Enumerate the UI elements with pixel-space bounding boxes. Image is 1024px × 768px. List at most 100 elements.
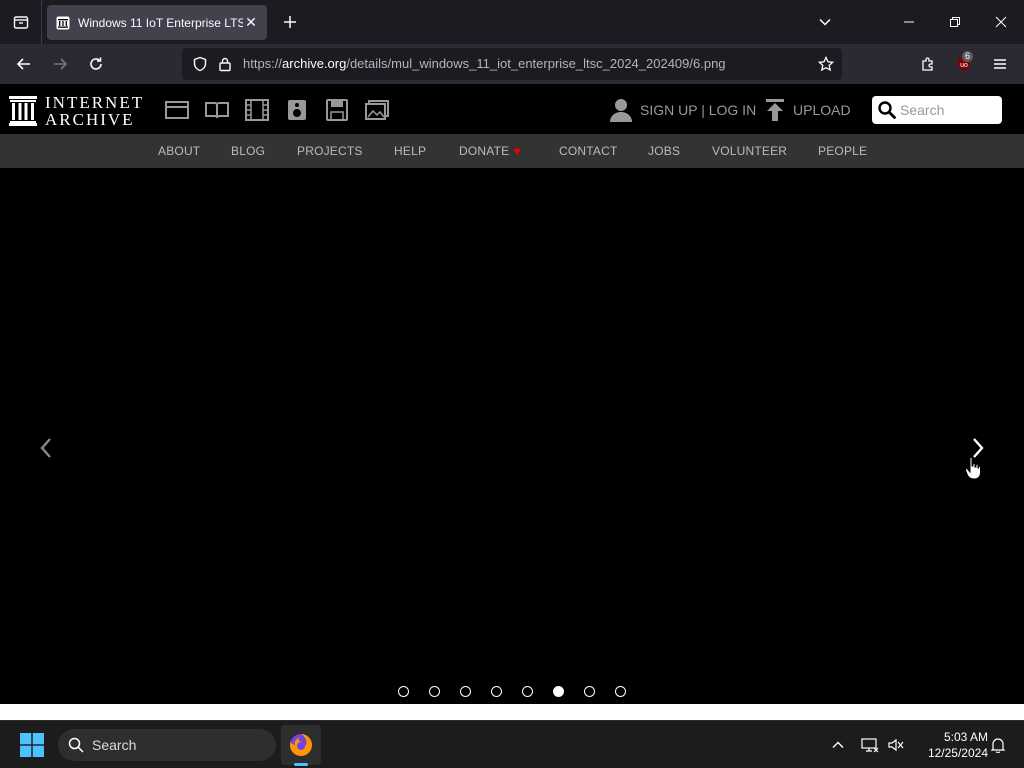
back-button[interactable] [10, 50, 38, 78]
nav-jobs[interactable]: JOBS [648, 144, 680, 158]
carousel-dot-5[interactable] [522, 686, 533, 697]
browser-tab-strip: Windows 11 IoT Enterprise LTSC 2024 - In… [0, 0, 1024, 44]
signup-login-link[interactable]: SIGN UP | LOG IN [610, 97, 756, 123]
list-all-tabs-button[interactable] [812, 10, 838, 34]
reload-icon [90, 57, 102, 70]
windows-taskbar: Search 5:03 AM 12/25/2024 [0, 720, 1024, 768]
url-path: /details/mul_windows_11_iot_enterprise_l… [346, 56, 726, 71]
carousel-dots [398, 686, 646, 698]
nav-donate-label: DONATE [459, 144, 510, 158]
nav-projects[interactable]: PROJECTS [297, 144, 363, 158]
url-domain: archive.org [282, 56, 347, 71]
logo-line-2: ARCHIVE [45, 110, 135, 129]
nav-help[interactable]: HELP [394, 144, 426, 158]
ia-logo[interactable]: INTERNET ARCHIVE [9, 94, 144, 128]
nav-people[interactable]: PEOPLE [818, 144, 867, 158]
ia-search-box [872, 96, 1002, 124]
page-footer-strip [0, 704, 1024, 720]
show-hidden-icons-button[interactable] [828, 735, 848, 755]
extension-badge: 6 [962, 51, 974, 62]
bell-icon [990, 738, 1006, 753]
ia-top-nav: ABOUT BLOG PROJECTS HELP DONATE ♥ CONTACT… [0, 134, 1024, 168]
windows-logo-icon [20, 733, 44, 757]
volume-muted-icon[interactable] [886, 735, 906, 755]
address-bar[interactable]: https://archive.org/details/mul_windows_… [182, 48, 842, 80]
puzzle-icon [922, 57, 933, 71]
minimize-icon [904, 21, 914, 23]
firefox-view-button[interactable] [0, 0, 42, 44]
web-icon[interactable] [164, 97, 190, 123]
archive-favicon-icon [55, 15, 71, 31]
shield-icon[interactable] [186, 50, 214, 78]
close-icon [995, 16, 1007, 28]
running-app-indicator [294, 763, 308, 766]
start-button[interactable] [16, 731, 48, 759]
nav-contact[interactable]: CONTACT [559, 144, 618, 158]
close-window-button[interactable] [978, 0, 1024, 44]
url-text[interactable]: https://archive.org/details/mul_windows_… [243, 56, 726, 71]
carousel-dot-7[interactable] [584, 686, 595, 697]
svg-text:uo: uo [960, 62, 968, 69]
arrow-right-icon [54, 58, 68, 70]
signup-login-label: SIGN UP | LOG IN [640, 102, 757, 118]
nav-donate[interactable]: DONATE ♥ [459, 144, 521, 158]
hand-cursor-icon [965, 456, 981, 480]
upload-icon [766, 99, 784, 121]
browser-tab-active[interactable]: Windows 11 IoT Enterprise LTSC 2024 - In… [47, 5, 267, 40]
audio-icon[interactable] [284, 97, 310, 123]
app-menu-button[interactable] [986, 50, 1014, 78]
chevron-left-icon [40, 438, 51, 458]
upload-link[interactable]: UPLOAD [765, 97, 851, 123]
clock-time: 5:03 AM [943, 730, 988, 744]
taskbar-firefox-button[interactable] [281, 725, 321, 765]
minimize-button[interactable] [886, 0, 932, 44]
search-icon [878, 101, 896, 119]
software-icon[interactable] [324, 97, 350, 123]
chevron-up-icon [832, 741, 844, 748]
firefox-icon [289, 734, 312, 756]
carousel-prev-button[interactable] [30, 432, 62, 464]
user-icon [610, 99, 632, 122]
forward-button[interactable] [46, 50, 74, 78]
taskbar-clock[interactable]: 5:03 AM 12/25/2024 [912, 729, 988, 761]
ia-search-input[interactable] [900, 102, 996, 118]
notifications-button[interactable] [988, 735, 1008, 755]
logo-line-1: INTERNET [45, 93, 145, 112]
network-icon[interactable] [860, 735, 880, 755]
firefox-view-icon [13, 16, 28, 29]
carousel-dot-2[interactable] [429, 686, 440, 697]
browser-nav-bar: https://archive.org/details/mul_windows_… [0, 44, 1024, 84]
url-prefix: https:// [243, 56, 283, 71]
tab-close-icon[interactable]: ✕ [243, 14, 259, 30]
carousel-dot-8[interactable] [615, 686, 626, 697]
tab-title: Windows 11 IoT Enterprise LTSC 2024 - In… [78, 15, 243, 30]
carousel-dot-3[interactable] [460, 686, 471, 697]
search-icon [68, 737, 84, 753]
bookmark-star-icon[interactable] [812, 50, 840, 78]
nav-volunteer[interactable]: VOLUNTEER [712, 144, 787, 158]
image-carousel [0, 168, 1024, 704]
chevron-down-icon [819, 18, 831, 26]
nav-about[interactable]: ABOUT [158, 144, 200, 158]
carousel-dot-1[interactable] [398, 686, 409, 697]
extensions-button[interactable] [914, 50, 942, 78]
plus-icon [284, 16, 296, 28]
restore-button[interactable] [932, 0, 978, 44]
nav-blog[interactable]: BLOG [231, 144, 265, 158]
images-icon[interactable] [364, 97, 390, 123]
taskbar-search-label: Search [92, 737, 137, 753]
taskbar-search[interactable]: Search [58, 729, 276, 761]
carousel-dot-4[interactable] [491, 686, 502, 697]
video-icon[interactable] [244, 97, 270, 123]
arrow-left-icon [16, 58, 30, 70]
heart-icon: ♥ [513, 144, 521, 158]
ia-header: INTERNET ARCHIVE SIGN UP | LOG IN UPLOAD [0, 84, 1024, 134]
reload-button[interactable] [82, 50, 110, 78]
upload-label: UPLOAD [793, 102, 851, 118]
new-tab-button[interactable] [278, 10, 302, 34]
archive-building-icon [9, 96, 37, 126]
texts-icon[interactable] [204, 97, 230, 123]
clock-date: 12/25/2024 [927, 746, 988, 760]
lock-icon[interactable] [211, 50, 239, 78]
carousel-dot-6[interactable] [553, 686, 564, 697]
